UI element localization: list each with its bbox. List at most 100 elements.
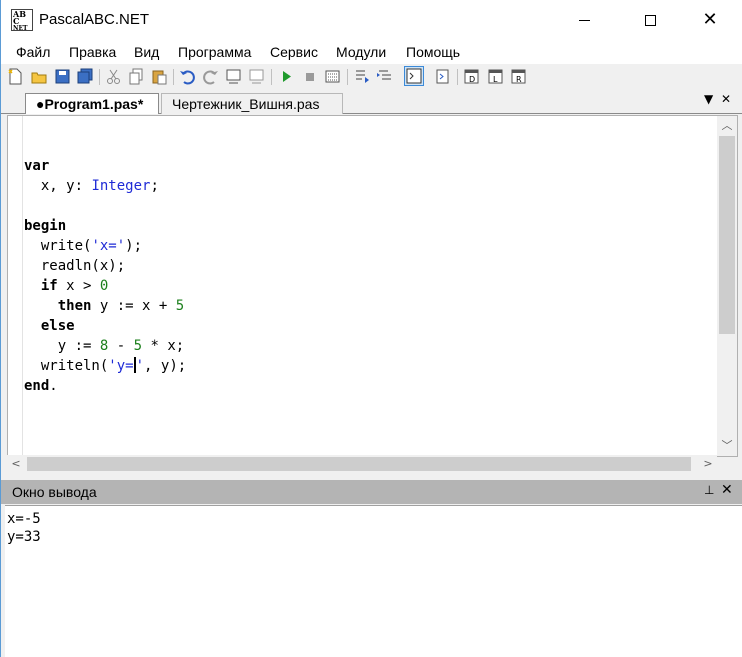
code-token: writeln( <box>24 358 109 374</box>
code-line[interactable]: end. <box>24 376 186 396</box>
toolbar: D L R <box>1 64 742 90</box>
code-token: else <box>40 318 75 334</box>
tab-close-icon[interactable]: ✕ <box>721 92 731 106</box>
tab-chertezhnik[interactable]: Чертежник_Вишня.pas <box>161 93 343 114</box>
app-logo-icon: AB C NET <box>11 9 33 32</box>
save-all-icon[interactable] <box>77 68 94 85</box>
menu-modules[interactable]: Модули <box>336 44 386 60</box>
menu-edit[interactable]: Правка <box>69 44 116 60</box>
code-line[interactable]: else <box>24 316 186 336</box>
windows-icon[interactable]: L <box>487 68 504 85</box>
svg-text:D: D <box>469 75 475 84</box>
code-line[interactable] <box>24 196 186 216</box>
compile-icon[interactable] <box>434 68 451 85</box>
code-token: x > <box>57 278 100 294</box>
horizontal-scroll-thumb[interactable] <box>27 457 691 471</box>
run-icon[interactable] <box>278 68 295 85</box>
pin-icon[interactable]: ⊥ <box>704 483 714 497</box>
close-window-button[interactable]: ✕ <box>687 0 733 40</box>
title-bar: AB C NET PascalABC.NET ✕ <box>1 0 742 40</box>
code-text[interactable]: var x, y: Integer; begin write('x='); rea… <box>24 156 186 396</box>
code-token: y := x + <box>91 298 176 314</box>
close-icon: ✕ <box>702 9 718 30</box>
menu-bar: Файл Правка Вид Программа Сервис Модули … <box>1 40 742 64</box>
scroll-up-icon[interactable]: ︿ <box>717 116 737 136</box>
code-editor[interactable]: var x, y: Integer; begin write('x='); rea… <box>7 115 738 457</box>
editor-horizontal-scrollbar[interactable]: < > <box>7 455 717 473</box>
code-token: 5 <box>133 338 143 354</box>
code-token: ; <box>150 178 159 194</box>
svg-text:L: L <box>493 75 498 84</box>
cut-icon[interactable] <box>105 68 122 85</box>
menu-view[interactable]: Вид <box>134 44 159 60</box>
scroll-left-icon[interactable]: < <box>7 455 25 473</box>
code-token: 0 <box>99 278 109 294</box>
editor-vertical-scrollbar[interactable]: ︿ ﹀ <box>717 116 737 456</box>
paste-icon[interactable] <box>151 68 168 85</box>
menu-help[interactable]: Помощь <box>406 44 460 60</box>
svg-text:R: R <box>516 75 522 84</box>
code-line[interactable]: begin <box>24 216 186 236</box>
code-line[interactable]: then y := x + 5 <box>24 296 186 316</box>
tab-program1[interactable]: ●Program1.pas* <box>25 93 159 114</box>
code-line[interactable]: readln(x); <box>24 256 186 276</box>
code-token: begin <box>24 218 67 234</box>
editor-gutter <box>22 116 23 456</box>
step-over-icon[interactable] <box>376 68 393 85</box>
code-token: Integer <box>91 178 151 194</box>
code-token: ' <box>135 358 145 374</box>
code-token: x, y: <box>24 178 92 194</box>
code-token: var <box>24 158 50 174</box>
output-panel[interactable]: x=-5 y=33 <box>5 505 742 657</box>
code-token: end <box>24 378 50 394</box>
open-icon[interactable] <box>31 68 48 85</box>
output-text: x=-5 y=33 <box>7 511 41 545</box>
redo-icon[interactable] <box>202 68 219 85</box>
code-token: if <box>40 278 58 294</box>
code-token: , y); <box>144 358 187 374</box>
window-title: PascalABC.NET <box>39 11 150 28</box>
minimize-button[interactable] <box>561 0 607 40</box>
format-icon[interactable] <box>225 68 242 85</box>
menu-service[interactable]: Сервис <box>270 44 318 60</box>
output-panel-header: Окно вывода ⊥ ✕ <box>1 480 742 504</box>
app-window: AB C NET PascalABC.NET ✕ Файл Правка Вид… <box>0 0 742 657</box>
step-icon[interactable] <box>353 68 370 85</box>
code-line[interactable]: write('x='); <box>24 236 186 256</box>
code-token: then <box>57 298 92 314</box>
output-panel-title: Окно вывода <box>12 484 97 500</box>
tab-list-chevron-down-icon[interactable]: ▼ <box>704 92 713 106</box>
new-file-icon[interactable] <box>7 68 24 85</box>
maximize-icon <box>644 14 656 26</box>
code-token: * x; <box>142 338 185 354</box>
code-line[interactable]: if x > 0 <box>24 276 186 296</box>
code-token: 5 <box>175 298 185 314</box>
code-line[interactable]: y := 8 - 5 * x; <box>24 336 186 356</box>
code-token: - <box>108 338 134 354</box>
undo-icon[interactable] <box>179 68 196 85</box>
format2-icon[interactable] <box>248 68 265 85</box>
tab-bar: ●Program1.pas* Чертежник_Вишня.pas <box>1 90 742 114</box>
code-token: write( <box>24 238 92 254</box>
output-window-icon[interactable] <box>404 66 424 86</box>
copy-icon[interactable] <box>128 68 145 85</box>
scroll-right-icon[interactable]: > <box>699 455 717 473</box>
menu-program[interactable]: Программа <box>178 44 251 60</box>
debug-icon[interactable] <box>324 68 341 85</box>
code-line[interactable]: var <box>24 156 186 176</box>
stop-icon[interactable] <box>301 68 318 85</box>
vertical-scroll-thumb[interactable] <box>719 136 735 334</box>
help-icon[interactable]: R <box>510 68 527 85</box>
menu-file[interactable]: Файл <box>16 44 50 60</box>
output-close-icon[interactable]: ✕ <box>721 482 733 498</box>
save-icon[interactable] <box>54 68 71 85</box>
maximize-button[interactable] <box>627 0 673 40</box>
form-icon[interactable]: D <box>463 68 480 85</box>
code-line[interactable]: writeln('y= ', y); <box>24 356 186 376</box>
code-token: ); <box>125 238 143 254</box>
code-token: 'x=' <box>91 238 126 254</box>
code-line[interactable]: x, y: Integer; <box>24 176 186 196</box>
scroll-down-icon[interactable]: ﹀ <box>717 436 737 456</box>
